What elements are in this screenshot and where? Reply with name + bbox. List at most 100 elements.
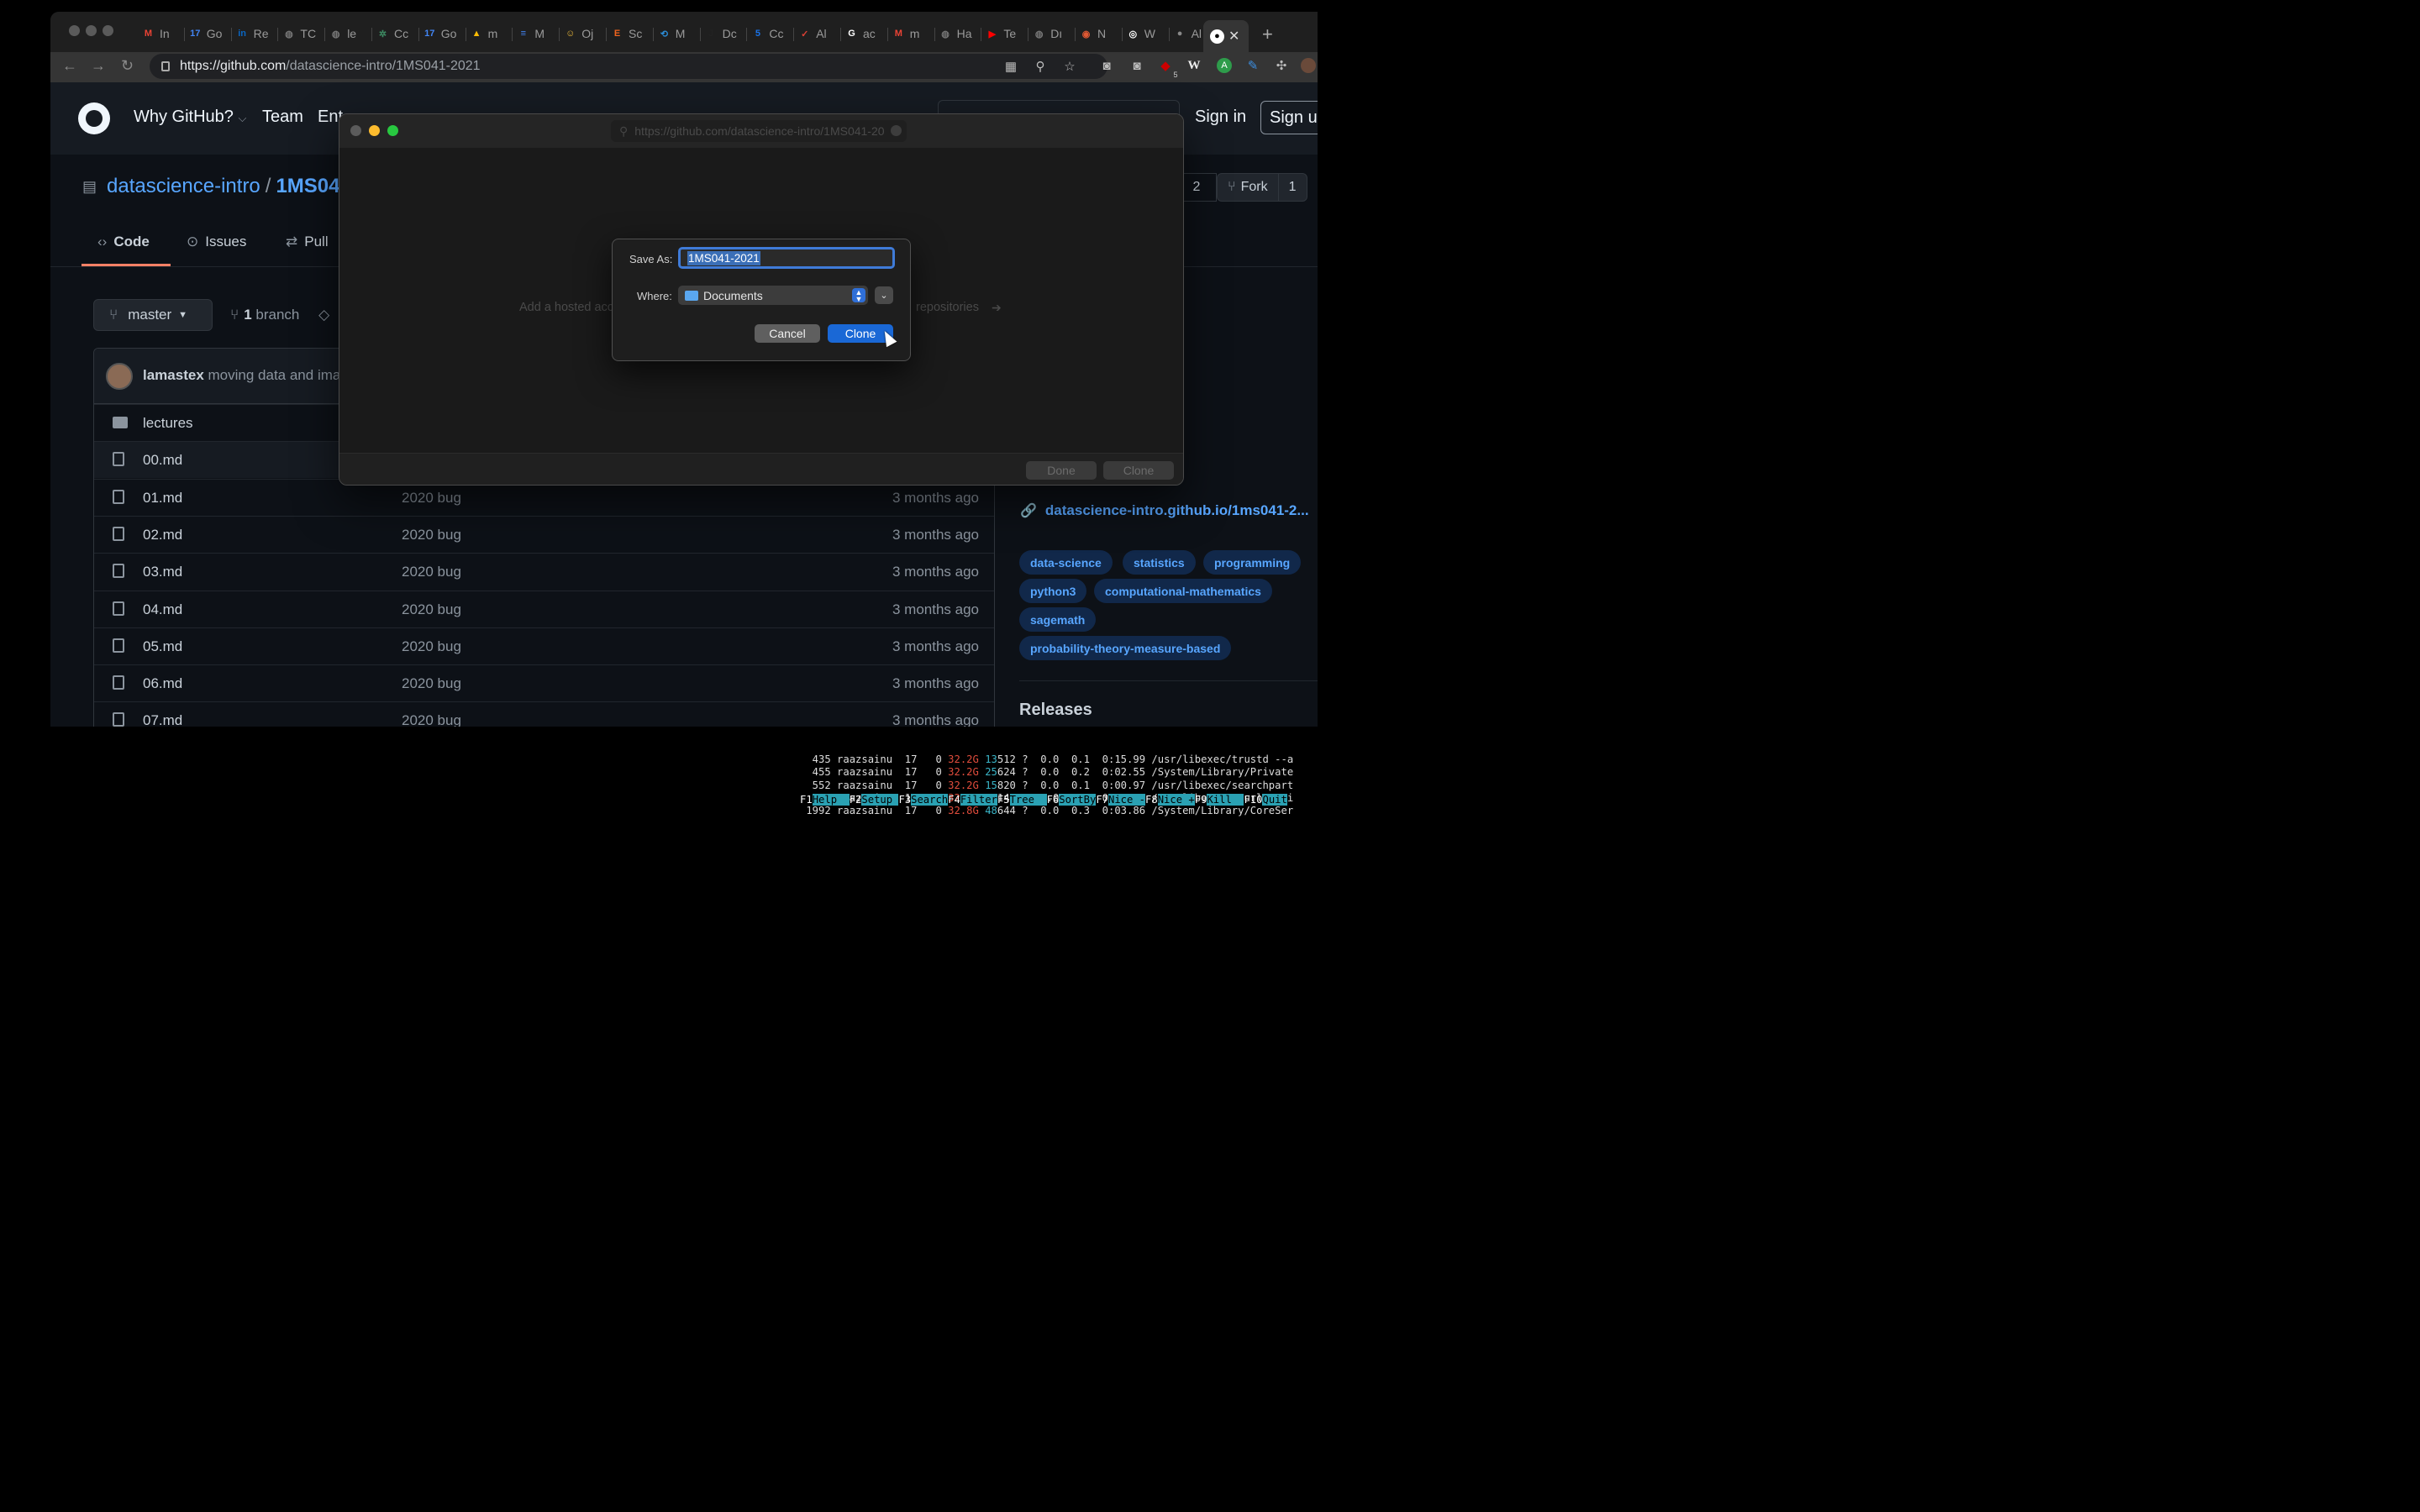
topic-tag[interactable]: statistics	[1123, 550, 1196, 575]
homepage-link[interactable]: 🔗 datascience-intro.github.io/1ms041-2..…	[1020, 502, 1309, 519]
browser-tab[interactable]: Mm	[892, 22, 929, 45]
fkey-label[interactable]: Nice +	[1157, 794, 1195, 806]
browser-tab[interactable]: E Sc	[610, 22, 647, 45]
tag-icon[interactable]: ◇	[318, 307, 329, 323]
fork-count[interactable]: 1	[1279, 180, 1307, 195]
fkey[interactable]: F8	[1145, 794, 1158, 806]
forward-icon[interactable]: →	[91, 57, 106, 75]
file-name[interactable]: lectures	[143, 415, 193, 432]
topic-tag[interactable]: python3	[1019, 579, 1087, 603]
close-tab-icon[interactable]: ✕	[1228, 28, 1239, 45]
grammarly-icon[interactable]: A	[1217, 58, 1232, 73]
browser-tab[interactable]: ▶ Te	[985, 22, 1022, 45]
table-row[interactable]: 04.md 2020 bug 3 months ago	[94, 590, 994, 627]
zoom-icon[interactable]: ⚲	[1033, 59, 1048, 74]
commit-author[interactable]: lamastex	[143, 367, 204, 383]
browser-tab[interactable]: ▲ m	[470, 22, 507, 45]
tab-code[interactable]: ‹› Code	[97, 234, 150, 250]
fkey-label[interactable]: Kill	[1207, 794, 1244, 806]
fkey-label[interactable]: Nice -	[1108, 794, 1146, 806]
fork-button[interactable]: ⑂ Fork 1	[1217, 173, 1307, 202]
repo-owner-link[interactable]: datascience-intro	[107, 175, 260, 198]
puzzle-icon[interactable]: ✣	[1274, 58, 1289, 73]
file-name[interactable]: 06.md	[143, 675, 182, 692]
file-name[interactable]: 04.md	[143, 601, 182, 618]
where-select[interactable]: Documents ▲ ▼	[678, 286, 868, 305]
sign-in-link[interactable]: Sign in	[1195, 108, 1246, 127]
browser-tab[interactable]: ☺ Oj	[563, 22, 600, 45]
arrow-circle-icon[interactable]: ➔	[992, 301, 1002, 315]
avatar[interactable]	[106, 363, 133, 390]
commit-message[interactable]: moving data and ima	[208, 367, 341, 383]
address-bar[interactable]: https://github.com/datascience-intro/1MS…	[150, 54, 1107, 79]
browser-tab[interactable]: ⟲ M	[657, 22, 694, 45]
clear-icon[interactable]	[891, 125, 902, 136]
fkey[interactable]: F6	[1047, 794, 1060, 806]
browser-tab[interactable]: ◍ Dı	[1032, 22, 1069, 45]
fkey-label[interactable]: Quit	[1262, 794, 1287, 806]
browser-tab[interactable]: ✲ Cc	[376, 22, 413, 45]
repo-name-link[interactable]: 1MS04	[276, 175, 339, 198]
file-commit-message[interactable]: 2020 bug	[402, 712, 461, 727]
fkey-label[interactable]: Filter	[960, 794, 997, 806]
back-icon[interactable]: ←	[62, 57, 77, 75]
browser-tab[interactable]: J Dc	[704, 22, 741, 45]
fkey[interactable]: F4	[948, 794, 960, 806]
browser-tab[interactable]: ≡ M	[516, 22, 553, 45]
branch-select-button[interactable]: ⑂ master ▼	[93, 299, 213, 331]
fkey[interactable]: F5	[997, 794, 1010, 806]
topic-tag[interactable]: computational-mathematics	[1094, 579, 1272, 603]
browser-tab[interactable]: ◎ W	[1126, 22, 1163, 45]
feather-icon[interactable]: ✎	[1245, 58, 1260, 73]
browser-tab[interactable]: ◍ le	[329, 22, 366, 45]
file-name[interactable]: 02.md	[143, 527, 182, 543]
qr-code-icon[interactable]: ▦	[1003, 59, 1018, 74]
topic-tag[interactable]: data-science	[1019, 550, 1113, 575]
nav-team[interactable]: Team	[262, 108, 303, 127]
file-commit-message[interactable]: 2020 bug	[402, 675, 461, 692]
zoom-window-button[interactable]	[103, 25, 113, 36]
file-name[interactable]: 03.md	[143, 564, 182, 580]
profile-avatar-icon[interactable]	[1301, 58, 1316, 73]
browser-tab[interactable]: Gac	[844, 22, 881, 45]
fkey-label[interactable]: Help	[812, 794, 850, 806]
extension-icon[interactable]: ◙	[1129, 58, 1144, 73]
fkey[interactable]: F10	[1244, 794, 1262, 806]
fkey[interactable]: F1	[800, 794, 813, 806]
new-tab-button[interactable]: +	[1262, 24, 1273, 45]
topic-tag[interactable]: sagemath	[1019, 607, 1097, 632]
fkey-label[interactable]: SortBy	[1059, 794, 1097, 806]
tab-pull-requests[interactable]: ⇄ Pull	[286, 234, 329, 250]
sign-up-button[interactable]: Sign up	[1260, 101, 1318, 134]
fkey[interactable]: F9	[1195, 794, 1207, 806]
fkey-label[interactable]: Search	[911, 794, 949, 806]
fkey[interactable]: F2	[850, 794, 862, 806]
bookmark-star-icon[interactable]: ☆	[1062, 59, 1077, 74]
tab-active-github[interactable]: ● ✕	[1203, 20, 1249, 52]
table-row[interactable]: 06.md 2020 bug 3 months ago	[94, 664, 994, 701]
browser-tab[interactable]: 5 Cc	[750, 22, 787, 45]
browser-tab[interactable]: ◍ Ha	[939, 22, 976, 45]
reload-icon[interactable]: ↻	[121, 57, 134, 75]
branch-count-link[interactable]: ⑂ 1 branch ◇	[230, 307, 329, 323]
browser-tab[interactable]: 17 Go	[188, 22, 225, 45]
minimize-window-button[interactable]	[86, 25, 97, 36]
done-button[interactable]: Done	[1026, 461, 1097, 480]
close-window-button[interactable]	[350, 125, 361, 136]
table-row[interactable]: 07.md 2020 bug 3 months ago	[94, 701, 994, 727]
browser-tab[interactable]: ✓ Al	[797, 22, 834, 45]
clone-footer-button[interactable]: Clone	[1103, 461, 1174, 480]
save-as-field[interactable]: 1MS041-2021	[678, 247, 895, 269]
table-row[interactable]: 03.md 2020 bug 3 months ago	[94, 553, 994, 590]
file-commit-message[interactable]: 2020 bug	[402, 638, 461, 655]
browser-tab[interactable]: 17 Go	[423, 22, 460, 45]
browser-tab[interactable]: in Re	[235, 22, 272, 45]
file-commit-message[interactable]: 2020 bug	[402, 601, 461, 618]
topic-tag[interactable]: programming	[1203, 550, 1302, 575]
tab-issues[interactable]: ⊙ Issues	[187, 234, 246, 250]
wikipedia-icon[interactable]: W	[1186, 58, 1202, 73]
minimize-window-button[interactable]	[369, 125, 380, 136]
fkey-label[interactable]: Tree	[1009, 794, 1047, 806]
file-commit-message[interactable]: 2020 bug	[402, 527, 461, 543]
github-logo-icon[interactable]	[78, 102, 110, 134]
